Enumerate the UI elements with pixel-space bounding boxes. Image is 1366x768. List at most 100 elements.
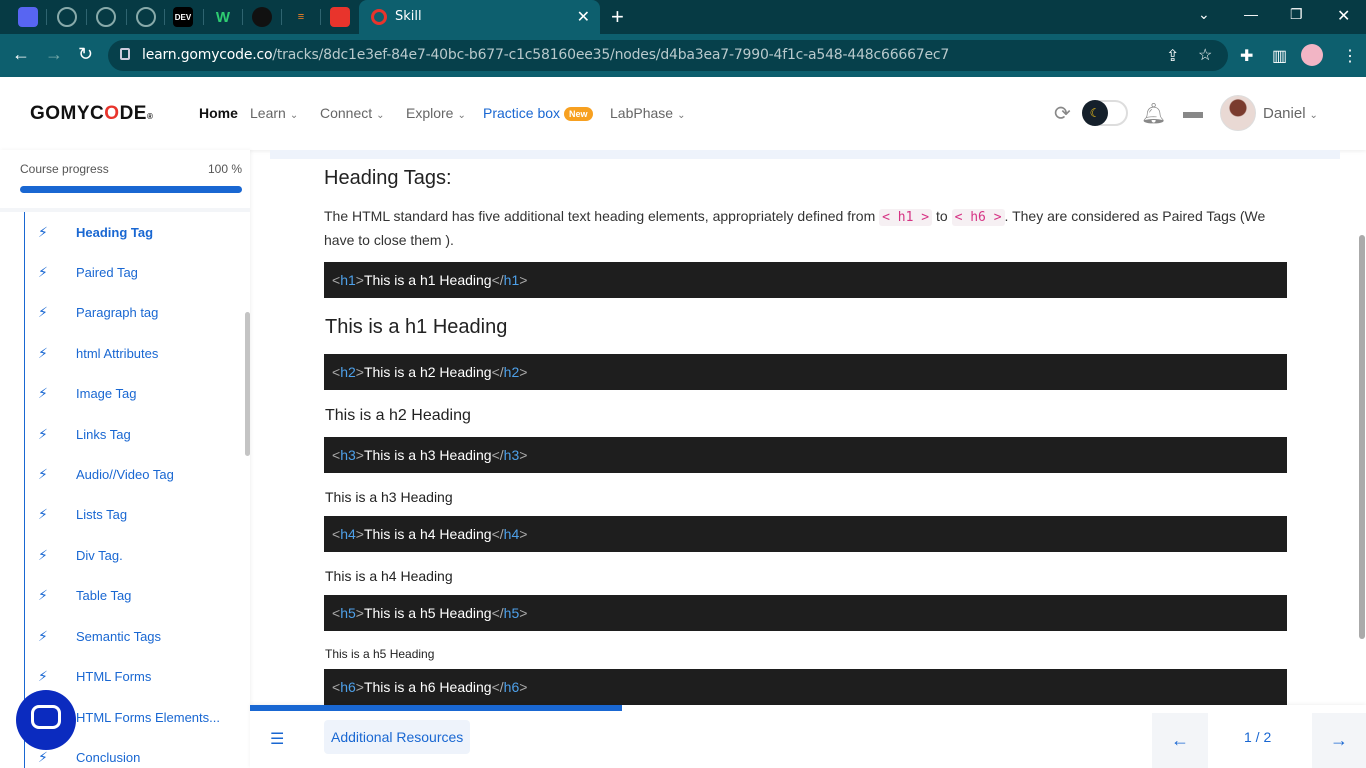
side-panel-icon[interactable]: ▥ <box>1272 46 1287 66</box>
sidebar-item-heading-tag[interactable]: ⚡︎ Heading Tag <box>38 220 153 244</box>
restore-icon[interactable]: ❐ <box>1290 6 1303 23</box>
browser-menu-icon[interactable]: ⋮ <box>1342 46 1358 66</box>
nav-home-label: Home <box>199 105 238 121</box>
new-tab-icon[interactable]: + <box>611 4 624 30</box>
code-bracket: </ <box>491 364 504 380</box>
user-avatar[interactable] <box>1220 95 1256 131</box>
tab-separator <box>46 9 47 25</box>
sidebar-item-div-tag[interactable]: ⚡︎ Div Tag. <box>38 543 123 567</box>
sidebar-item-audio-video-tag[interactable]: ⚡︎ Audio//Video Tag <box>38 462 174 486</box>
sidebar-scrollbar[interactable] <box>245 312 250 456</box>
sidebar-item-paragraph-tag[interactable]: ⚡︎ Paragraph tag <box>38 300 158 324</box>
extensions-puzzle-icon[interactable]: ✚ <box>1240 46 1253 66</box>
dark-mode-toggle[interactable]: ☾ <box>1082 100 1128 126</box>
previous-page-arrow-icon[interactable]: ← <box>1152 713 1208 768</box>
user-menu[interactable]: Daniel ⌄ <box>1263 105 1318 122</box>
gomycode-logo[interactable]: GOMYCODE® <box>30 103 153 125</box>
tab-favicon-stack-icon[interactable]: ≡ <box>291 7 311 27</box>
tab-separator <box>320 9 321 25</box>
messages-icon[interactable]: ▬ <box>1183 101 1203 124</box>
sidebar-item-label: Semantic Tags <box>76 628 162 644</box>
nav-connect[interactable]: Connect ⌄ <box>320 105 385 121</box>
code-tag-close: h5 <box>503 605 520 621</box>
sidebar-item-html-attributes[interactable]: ⚡︎ html Attributes <box>38 341 158 365</box>
code-bracket: > <box>519 526 528 542</box>
sidebar-item-label: Conclusion <box>76 749 141 765</box>
sidebar-item-semantic-tags[interactable]: ⚡︎ Semantic Tags <box>38 624 161 648</box>
address-bar[interactable]: learn.gomycode.co/tracks/8dc1e3ef-84e7-4… <box>108 40 1228 71</box>
sidebar-item-label: html Attributes <box>76 345 159 361</box>
tab-favicon-app-icon[interactable] <box>18 7 38 27</box>
progress-label: Course progress <box>20 162 109 176</box>
code-tag-open: h5 <box>340 605 356 621</box>
active-tab[interactable]: Skill ✕ <box>359 0 600 34</box>
notifications-bell-icon[interactable]: 🔔︎ <box>1141 101 1166 126</box>
additional-resources-button[interactable]: Additional Resources <box>324 720 471 754</box>
bookmark-star-icon[interactable]: ☆ <box>1198 45 1212 65</box>
demo-h3: This is a h3 Heading <box>325 489 453 505</box>
code-bracket: < <box>332 364 341 380</box>
sidebar-item-paired-tag[interactable]: ⚡︎ Paired Tag <box>38 260 138 284</box>
share-icon[interactable]: ⇪ <box>1166 46 1179 66</box>
demo-h2: This is a h2 Heading <box>325 407 471 424</box>
code-bracket: > <box>355 364 364 380</box>
sync-icon[interactable]: ⟳ <box>1054 101 1071 126</box>
sidebar-item-html-forms[interactable]: ⚡︎ HTML Forms <box>38 664 151 688</box>
nav-labphase[interactable]: LabPhase ⌄ <box>610 105 685 121</box>
tab-favicon-globe-icon[interactable] <box>136 7 156 27</box>
code-text: This is a h1 Heading <box>363 272 492 288</box>
sidebar-item-table-tag[interactable]: ⚡︎ Table Tag <box>38 583 131 607</box>
bolt-icon: ⚡︎ <box>38 344 48 361</box>
next-page-arrow-icon[interactable]: → <box>1312 713 1366 768</box>
table-of-contents-icon[interactable]: ☰ <box>270 729 284 749</box>
close-tab-icon[interactable]: ✕ <box>577 7 590 27</box>
tab-search-chevron-icon[interactable]: ⌄ <box>1198 6 1210 23</box>
tab-favicon-github-icon[interactable] <box>252 7 272 27</box>
progress-value: 100 % <box>207 162 242 176</box>
lock-icon[interactable] <box>120 48 130 60</box>
tab-favicon-dev-icon[interactable]: DEV <box>173 7 193 27</box>
bolt-icon: ⚡︎ <box>38 627 48 644</box>
url-path: /tracks/8dc1e3ef-84e7-40bc-b677-c1c58160… <box>272 47 950 63</box>
code-bracket: < <box>332 679 341 695</box>
bolt-icon: ⚡︎ <box>38 303 48 320</box>
code-bracket: < <box>332 526 341 542</box>
code-tag-open: h3 <box>340 447 356 463</box>
sidebar-item-image-tag[interactable]: ⚡︎ Image Tag <box>38 381 136 405</box>
code-bracket: < <box>332 447 341 463</box>
tab-favicon-w-icon[interactable]: W <box>213 7 233 27</box>
nav-home[interactable]: Home <box>199 105 238 121</box>
back-arrow-icon[interactable]: ← <box>12 44 30 65</box>
browser-toolbar: ← → ↻ learn.gomycode.co/tracks/8dc1e3ef-… <box>0 34 1366 77</box>
sidebar-item-links-tag[interactable]: ⚡︎ Links Tag <box>38 422 131 446</box>
code-tag-close: h4 <box>503 526 520 542</box>
chevron-down-icon: ⌄ <box>1309 110 1318 121</box>
site-header: GOMYCODE® Home Learn ⌄ Connect ⌄ Explore ⌄ … <box>0 77 1366 150</box>
nav-explore[interactable]: Explore ⌄ <box>406 105 466 121</box>
forward-arrow-icon[interactable]: → <box>45 44 63 65</box>
intro-text-middle: to <box>932 208 952 224</box>
code-tag-close: h6 <box>503 679 520 695</box>
profile-avatar-icon[interactable] <box>1301 44 1323 66</box>
code-bracket: > <box>519 605 528 621</box>
intro-text-before: The HTML standard has five additional te… <box>324 208 880 224</box>
reload-icon[interactable]: ↻ <box>78 44 93 65</box>
code-bracket: < <box>332 605 341 621</box>
url-domain: learn.gomycode.co <box>142 47 273 63</box>
nav-practice-box[interactable]: Practice box New <box>483 105 593 121</box>
window-close-icon[interactable]: ✕ <box>1337 6 1350 26</box>
chat-support-button[interactable] <box>16 690 76 750</box>
page-scrollbar[interactable] <box>1359 235 1365 639</box>
minimize-icon[interactable]: — <box>1244 6 1258 22</box>
tab-favicon-hex-icon[interactable] <box>330 7 350 27</box>
sidebar-item-lists-tag[interactable]: ⚡︎ Lists Tag <box>38 502 127 526</box>
nav-learn[interactable]: Learn ⌄ <box>250 105 298 121</box>
demo-h1: This is a h1 Heading <box>325 316 508 338</box>
tab-favicon-globe-icon[interactable] <box>96 7 116 27</box>
code-bracket: </ <box>491 679 504 695</box>
inline-code-h6: < h6 > <box>951 209 1005 226</box>
code-text: This is a h3 Heading <box>363 447 492 463</box>
browser-tab-strip: DEV W ≡ Skill ✕ + ⌄ — ❐ ✕ <box>0 0 1366 34</box>
code-block-h4: <h4>This is a h4 Heading</h4> <box>324 516 1287 552</box>
tab-favicon-globe-icon[interactable] <box>57 7 77 27</box>
